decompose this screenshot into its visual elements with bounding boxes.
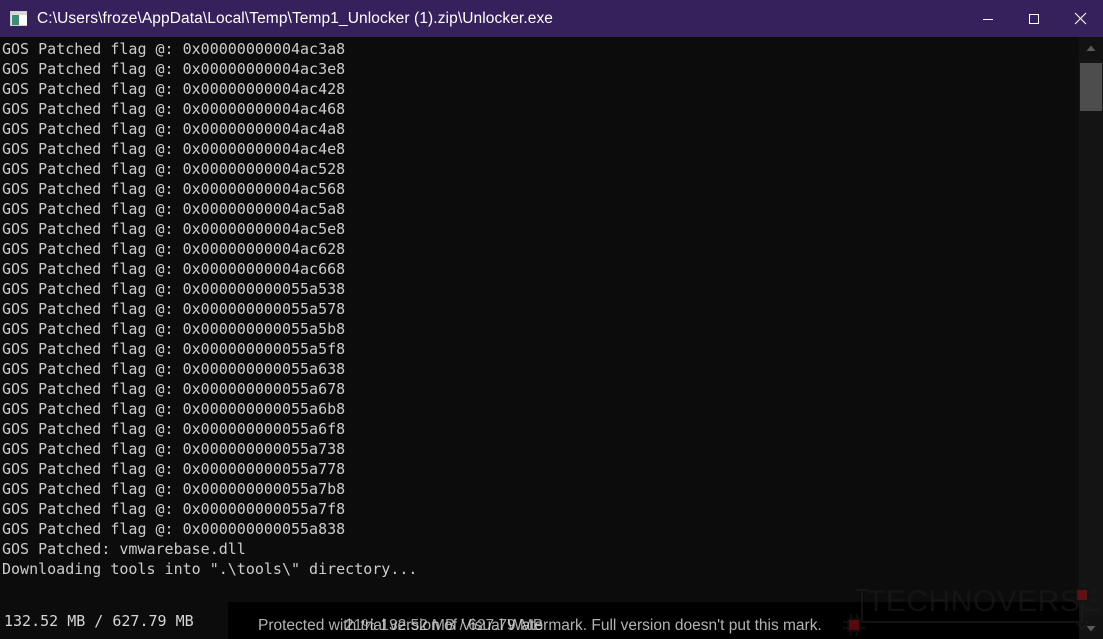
console-line: GOS Patched flag @: 0x00000000004ac428: [2, 80, 346, 98]
console-line: GOS Patched flag @: 0x00000000004ac3e8: [2, 60, 346, 78]
chip-pin: [1071, 597, 1076, 599]
chip-pin: [1071, 591, 1076, 593]
console-line: GOS Patched flag @: 0x00000000004ac628: [2, 240, 346, 258]
logo-frame: TECHNOVERSE: [853, 585, 1100, 631]
console-line: GOS Patched flag @: 0x00000000004ac4e8: [2, 140, 346, 158]
chip-pin: [856, 614, 858, 619]
chip-pin: [860, 621, 865, 623]
minimize-icon: [983, 18, 993, 20]
scrollbar-track[interactable]: [1079, 59, 1103, 617]
console-line: GOS Patched: vmwarebase.dll: [2, 540, 246, 558]
close-button[interactable]: [1057, 0, 1103, 37]
chip-pin: [843, 627, 848, 629]
technoverse-wordmark: TECHNOVERSE: [867, 585, 1101, 618]
chip-pin: [1084, 584, 1086, 589]
microchip-icon-top-right: [1071, 584, 1093, 606]
title-bar[interactable]: C:\Users\froze\AppData\Local\Temp\Temp1_…: [0, 0, 1103, 37]
window-title: C:\Users\froze\AppData\Local\Temp\Temp1_…: [37, 9, 554, 27]
logo-chevron-down-icon: [1075, 621, 1089, 631]
chip-pin: [1078, 584, 1080, 589]
chip-core: [849, 620, 859, 630]
chip-pin: [860, 627, 865, 629]
console-line: GOS Patched flag @: 0x00000000004ac5a8: [2, 200, 346, 218]
console-line: GOS Patched flag @: 0x000000000055a538: [2, 280, 346, 298]
console-line: GOS Patched flag @: 0x000000000055a638: [2, 360, 346, 378]
vertical-scrollbar[interactable]: [1079, 37, 1103, 639]
console-line: Downloading tools into ".\tools\" direct…: [2, 560, 418, 578]
console-window-icon: [10, 11, 27, 26]
console-line-list: GOS Patched flag @: 0x00000000004ac3a8 GO…: [0, 37, 1079, 579]
maximize-icon: [1029, 13, 1039, 24]
console-line: GOS Patched flag @: 0x000000000055a578: [2, 300, 346, 318]
icon-page: [19, 15, 27, 25]
chip-core: [1077, 590, 1087, 600]
console-window: C:\Users\froze\AppData\Local\Temp\Temp1_…: [0, 0, 1103, 639]
chip-pin: [856, 631, 858, 636]
maximize-button[interactable]: [1011, 0, 1057, 37]
console-line: GOS Patched flag @: 0x000000000055a7b8: [2, 480, 346, 498]
logo-horizontal-rule: [861, 621, 1083, 623]
console-line: GOS Patched flag @: 0x000000000055a7f8: [2, 500, 346, 518]
console-line: GOS Patched flag @: 0x000000000055a838: [2, 520, 346, 538]
console-line: GOS Patched flag @: 0x000000000055a778: [2, 460, 346, 478]
console-line: GOS Patched flag @: 0x000000000055a6b8: [2, 400, 346, 418]
window-controls: [965, 0, 1103, 37]
progress-overlay-text: 21% 132.52 MB / 627.79 MB: [345, 617, 544, 634]
chip-pin: [1078, 601, 1080, 606]
scroll-up-button[interactable]: [1079, 37, 1103, 59]
scrollbar-thumb[interactable]: [1080, 63, 1102, 111]
console-line: GOS Patched flag @: 0x00000000004ac4a8: [2, 120, 346, 138]
console-line: GOS Patched flag @: 0x000000000055a5b8: [2, 320, 346, 338]
console-line: GOS Patched flag @: 0x00000000004ac468: [2, 100, 346, 118]
microchip-icon-bottom-left: [843, 614, 865, 636]
console-output-area[interactable]: GOS Patched flag @: 0x00000000004ac3a8 GO…: [0, 37, 1079, 602]
console-line: GOS Patched flag @: 0x000000000055a738: [2, 440, 346, 458]
console-line: GOS Patched flag @: 0x000000000055a6f8: [2, 420, 346, 438]
chevron-up-icon: [1086, 45, 1096, 51]
console-line: GOS Patched flag @: 0x000000000055a678: [2, 380, 346, 398]
chip-pin: [843, 621, 848, 623]
console-line: GOS Patched flag @: 0x00000000004ac3a8: [2, 40, 346, 58]
console-line: GOS Patched flag @: 0x000000000055a5f8: [2, 340, 346, 358]
minimize-button[interactable]: [965, 0, 1011, 37]
chip-pin: [850, 614, 852, 619]
technoverse-watermark: TECHNOVERSE: [843, 584, 1100, 637]
console-line: GOS Patched flag @: 0x00000000004ac568: [2, 180, 346, 198]
console-line: GOS Patched flag @: 0x00000000004ac528: [2, 160, 346, 178]
console-line: GOS Patched flag @: 0x00000000004ac668: [2, 260, 346, 278]
console-line: GOS Patched flag @: 0x00000000004ac5e8: [2, 220, 346, 238]
chip-pin: [1088, 591, 1093, 593]
chip-pin: [1084, 601, 1086, 606]
chip-pin: [1088, 597, 1093, 599]
chip-pin: [850, 631, 852, 636]
download-status-text: 132.52 MB / 627.79 MB: [4, 612, 194, 630]
icon-screen: [12, 15, 19, 25]
close-icon: [1074, 12, 1086, 25]
